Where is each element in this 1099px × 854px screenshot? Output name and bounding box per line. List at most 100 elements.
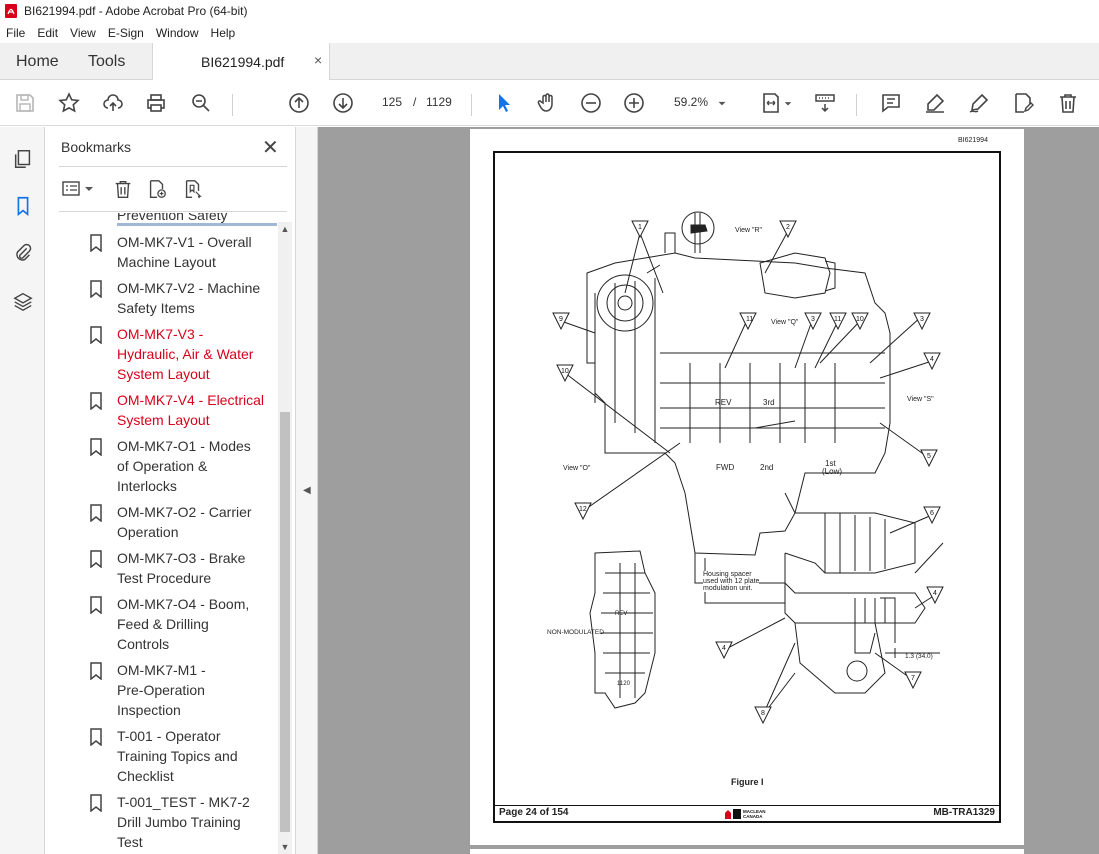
bookmark-icon [90, 504, 102, 522]
chevron-down-icon[interactable] [783, 90, 793, 116]
svg-text:4: 4 [722, 645, 726, 652]
label-second: 2nd [760, 463, 774, 472]
bookmark-icon [90, 438, 102, 456]
bookmark-label: OM-MK7-V4 - Electrical System Layout [117, 390, 277, 430]
bookmark-options-icon[interactable] [61, 177, 97, 201]
title-bar: BI621994.pdf - Adobe Acrobat Pro (64-bit… [0, 0, 1099, 22]
label-view-q: View "Q" [771, 319, 799, 326]
delete-bookmark-icon[interactable] [111, 177, 135, 201]
scroll-mode-icon[interactable] [812, 90, 838, 116]
edit-pdf-icon[interactable] [1010, 90, 1036, 116]
svg-text:7: 7 [911, 675, 915, 682]
bookmark-label-line: Safety Items [117, 300, 195, 316]
label-dimension: 1.3 (34.0) [905, 653, 933, 660]
toolbar-divider [232, 94, 233, 116]
pdf-page: BI621994 1 2 9 11 3 11 10 3 4 10 5 6 12 … [470, 129, 1024, 845]
bookmark-label-line: OM-MK7-V2 - Machine [117, 280, 261, 296]
page-doc-id: BI621994 [958, 137, 988, 144]
scrollbar-thumb[interactable] [280, 412, 290, 832]
close-icon[interactable]: ✕ [262, 135, 279, 160]
layers-icon[interactable] [11, 289, 35, 313]
fit-page-icon[interactable] [758, 90, 784, 116]
svg-text:10: 10 [856, 316, 864, 323]
label-spacer-3: modulation unit. [703, 585, 753, 592]
panel-collapse-strip[interactable]: ◀ [295, 127, 318, 854]
next-pdf-page [470, 849, 1024, 854]
panel-scrollbar[interactable]: ▲ ▼ [278, 222, 292, 854]
tab-bar: Home Tools BI621994.pdf × [0, 43, 1099, 81]
bookmark-panel-icon[interactable] [11, 194, 35, 218]
page-number-input[interactable]: 125 [374, 90, 410, 114]
zoom-out-icon[interactable] [578, 90, 604, 116]
pages-thumbnail-icon[interactable] [11, 147, 35, 171]
zoom-level-input[interactable]: 59.2% [668, 90, 714, 114]
svg-text:11: 11 [834, 316, 841, 323]
label-non-modulated: NON-MODULATED [547, 629, 604, 636]
maclean-logo-icon: MACLEAN CANADA [725, 809, 766, 819]
scroll-up-icon[interactable]: ▲ [278, 222, 292, 236]
label-fwd: FWD [716, 463, 735, 472]
bookmark-label-line: T-001_TEST - MK7-2 [117, 794, 250, 810]
window-title: BI621994.pdf - Adobe Acrobat Pro (64-bit… [24, 4, 248, 18]
zoom-search-icon[interactable] [188, 90, 214, 116]
collapse-arrow-icon[interactable]: ◀ [303, 485, 311, 496]
new-bookmark-icon[interactable] [145, 177, 169, 201]
menu-window[interactable]: Window [150, 26, 205, 40]
tab-document[interactable]: BI621994.pdf × [152, 43, 330, 81]
zoom-in-icon[interactable] [621, 90, 647, 116]
bookmark-label: OM-MK7-M1 - Pre-Operation Inspection [117, 660, 277, 720]
bookmark-label-line: Test Procedure [117, 570, 212, 586]
bookmark-label: OM-MK7-O4 - Boom, Feed & Drilling Controls [117, 594, 277, 654]
panel-divider [59, 211, 287, 212]
bookmark-icon [90, 280, 102, 298]
label-spacer-2: used with 12 plate [703, 578, 760, 585]
label-1120: 1120 [617, 681, 630, 687]
print-icon[interactable] [143, 90, 169, 116]
svg-text:2: 2 [786, 224, 790, 231]
bookmark-label-line: Machine Layout [117, 254, 216, 270]
highlight-icon[interactable] [922, 90, 948, 116]
delete-icon[interactable] [1055, 90, 1081, 116]
attachment-icon[interactable] [11, 241, 35, 265]
close-icon[interactable]: × [314, 52, 322, 68]
page-total: 1129 [426, 95, 452, 109]
menu-edit[interactable]: Edit [31, 26, 64, 40]
bookmark-label-line: OM-MK7-O4 - Boom, [117, 596, 250, 612]
scroll-down-icon[interactable]: ▼ [278, 840, 292, 854]
tab-tools[interactable]: Tools [88, 43, 125, 80]
bookmark-icon [90, 326, 102, 344]
document-view[interactable]: BI621994 1 2 9 11 3 11 10 3 4 10 5 6 12 … [318, 127, 1099, 854]
sign-icon[interactable] [966, 90, 992, 116]
bookmark-label: T-001 - Operator Training Topics and Check… [117, 726, 277, 786]
select-arrow-icon[interactable] [490, 90, 516, 116]
menu-bar: File Edit View E-Sign Window Help [0, 22, 1099, 43]
page-up-icon[interactable] [286, 90, 312, 116]
bookmark-item-partial[interactable]: Prevention Safety [117, 213, 277, 226]
selection-highlight [117, 223, 277, 226]
star-icon[interactable] [56, 90, 82, 116]
menu-file[interactable]: File [0, 26, 31, 40]
page-down-icon[interactable] [330, 90, 356, 116]
menu-view[interactable]: View [64, 26, 102, 40]
bookmark-label-line: System Layout [117, 366, 210, 382]
menu-help[interactable]: Help [205, 26, 242, 40]
chevron-down-icon[interactable] [715, 90, 729, 116]
label-spacer-1: Housing spacer [703, 571, 752, 578]
bookmark-from-selection-icon[interactable] [181, 177, 205, 201]
bookmark-label-line: Hydraulic, Air & Water [117, 346, 254, 362]
label-view-o: View "O" [563, 465, 591, 472]
bookmark-label-line: Drill Jumbo Training [117, 814, 241, 830]
upload-icon[interactable] [100, 90, 126, 116]
svg-text:10: 10 [561, 368, 569, 375]
label-view-r: View "R" [735, 227, 763, 234]
tab-home[interactable]: Home [16, 43, 59, 80]
bookmark-label-line: OM-MK7-V1 - Overall [117, 234, 252, 250]
comment-icon[interactable] [878, 90, 904, 116]
bookmark-label-line: OM-MK7-O3 - Brake [117, 550, 246, 566]
svg-text:8: 8 [761, 710, 765, 717]
hand-icon[interactable] [534, 90, 560, 116]
bookmark-label: OM-MK7-V3 - Hydraulic, Air & Water System … [117, 324, 277, 384]
menu-esign[interactable]: E-Sign [102, 26, 150, 40]
bookmarks-panel: Bookmarks ✕ Prevention Safety OM-MK7-V1 … [45, 127, 295, 854]
save-icon[interactable] [12, 90, 38, 116]
